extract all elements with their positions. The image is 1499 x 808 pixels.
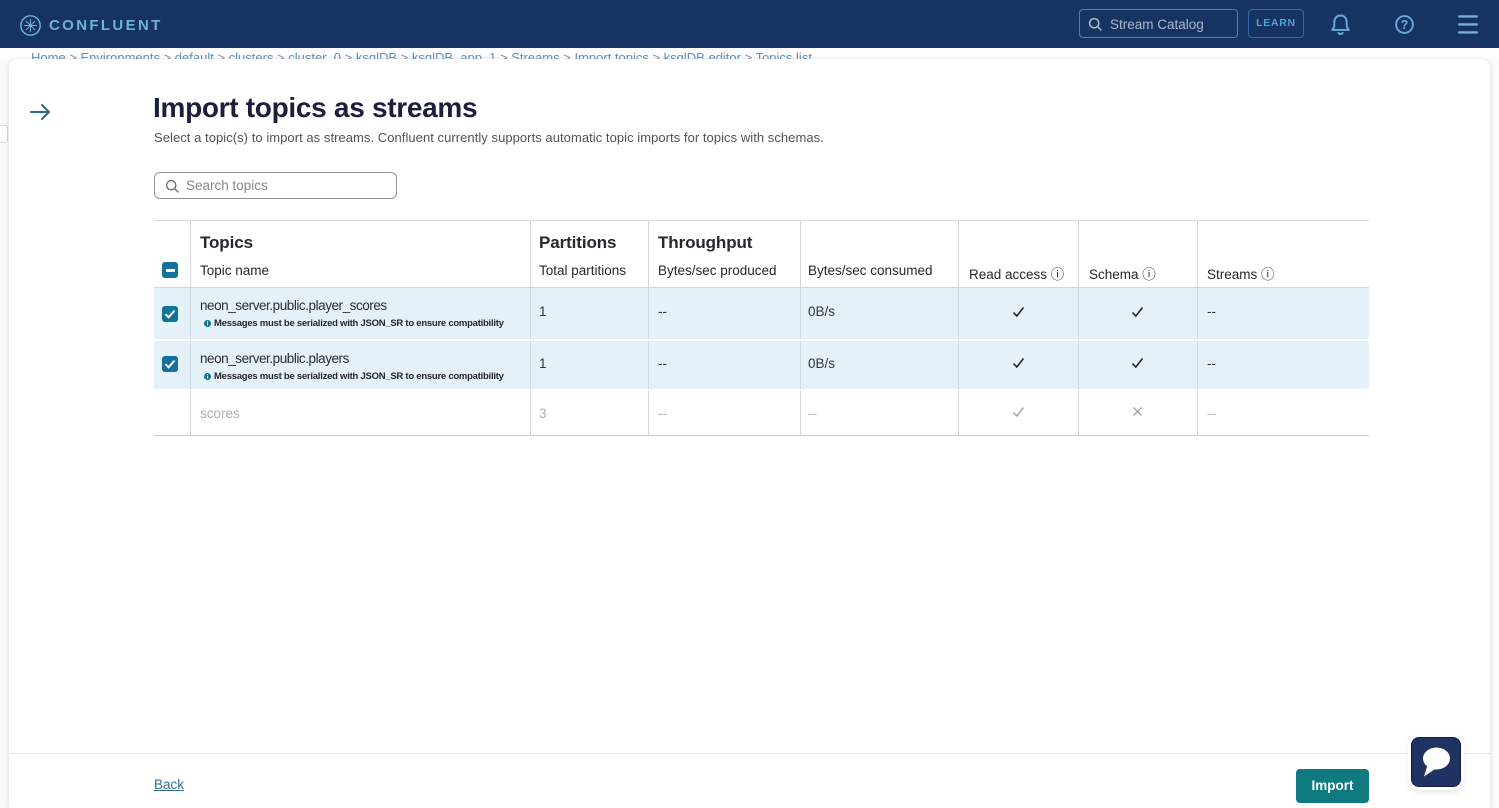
svg-text:?: ? [1400, 18, 1408, 32]
